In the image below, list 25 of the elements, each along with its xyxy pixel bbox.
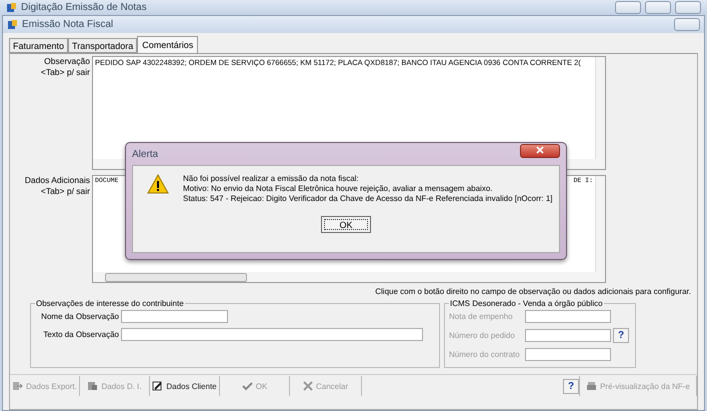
field-label: Número do pedido [449, 331, 516, 340]
help-button[interactable]: ? [613, 328, 629, 343]
tab[interactable]: Faturamento [9, 38, 68, 53]
field-hint: <Tab> p/ sair [40, 186, 90, 197]
field-label: Dados Adicionais [24, 175, 90, 186]
field-label: Nome da Observação [40, 312, 119, 321]
help-text: Clique com o botão direito no campo de observação ou dados adicionais para configurar. [375, 286, 692, 298]
field-label: Número do contrato [449, 350, 521, 359]
tab[interactable]: Comentários [137, 36, 198, 53]
field-label: Nota de empenho [449, 312, 514, 321]
group-title: Observações de interesse do contribuinte [35, 299, 185, 308]
dialog-message: Motivo: No envio da Nota Fiscal Eletrônica houve rejeição, avaliar a mensagem abaixo. [183, 184, 494, 194]
window-title: Emissão Nota Fiscal [22, 19, 114, 30]
ok-button[interactable]: OK [321, 216, 371, 233]
dialog-message: Status: 547 - Rejeicao: Digito Verificador da Chave de Acesso da NF-e Referenciada invalido [nOcorr: 1] [183, 194, 553, 204]
field-hint: <Tab> p/ sair [40, 67, 90, 78]
help-button[interactable]: ? [563, 378, 579, 394]
toolbar-button[interactable]: Dados Cliente [150, 376, 220, 396]
field-label: Observação [43, 56, 90, 67]
group-title: ICMS Desonerado - Venda a órgão público [449, 299, 604, 308]
dialog-title: Alerta [132, 148, 160, 160]
field-label: Texto da Observação [42, 330, 119, 339]
tab[interactable]: Transportadora [68, 38, 138, 53]
dialog-message: Não foi possível realizar a emissão da nota fiscal: [183, 174, 360, 184]
window-title: Digitação Emissão de Notas [21, 2, 148, 13]
